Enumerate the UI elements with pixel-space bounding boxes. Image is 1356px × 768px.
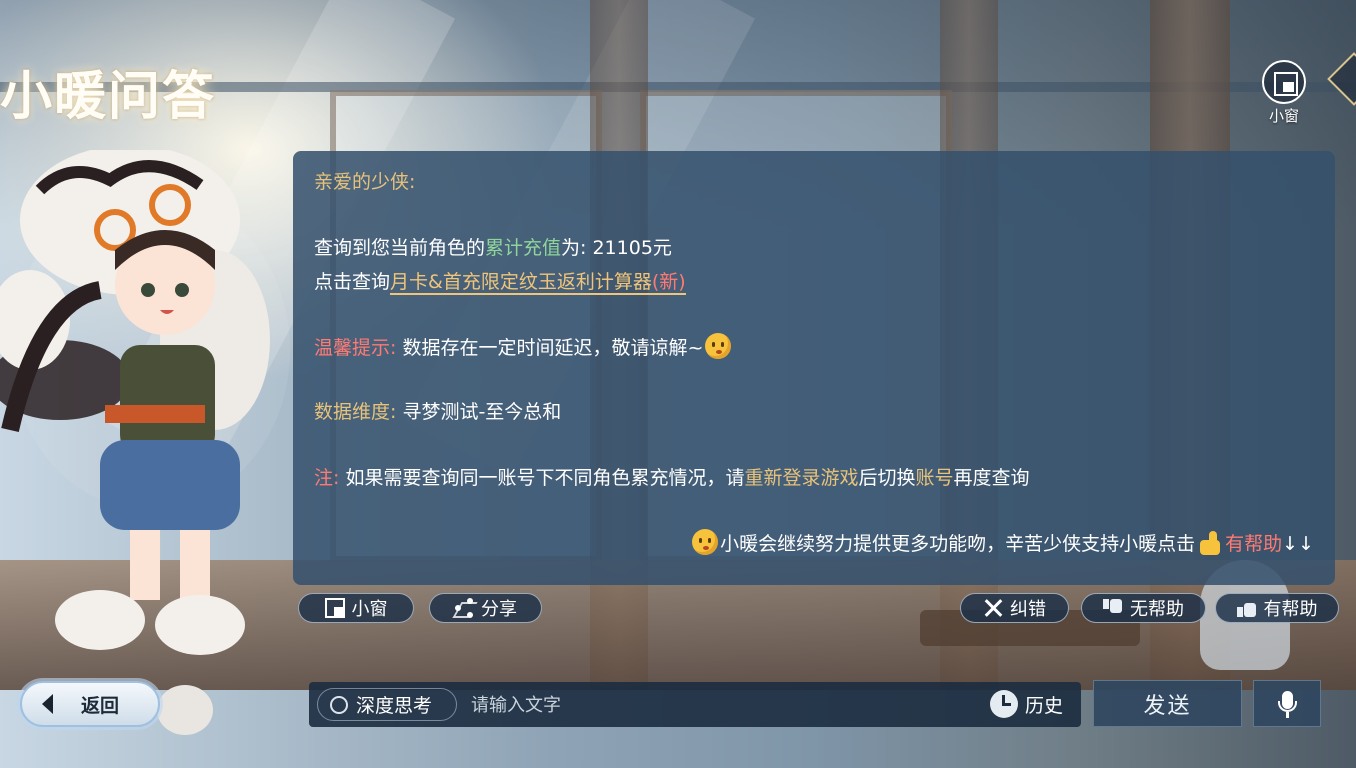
- history-label: 历史: [1025, 694, 1064, 717]
- share-button[interactable]: 分享: [429, 593, 542, 623]
- wink-emoji-icon: [692, 529, 719, 555]
- note-text-3: 再度查询: [953, 467, 1030, 489]
- calculator-link[interactable]: 月卡&首充限定纹玉返利计算器(新): [390, 271, 686, 295]
- closing-line: 小暖会继续努力提供更多功能吻，辛苦少侠支持小暖点击 有帮助↓↓: [314, 527, 1314, 561]
- tip-text: 数据存在一定时间延迟，敬请谅解~: [396, 337, 704, 359]
- radio-circle-icon: [330, 695, 348, 714]
- thumbs-up-emoji-icon: [1197, 531, 1223, 555]
- note-highlight-account: 账号: [915, 467, 954, 489]
- answer-panel: 亲爱的少侠: 查询到您当前角色的累计充值为: 21105元 点击查询月卡&首充限…: [293, 151, 1335, 585]
- minimize-window-icon: [1262, 60, 1306, 104]
- character-illustration: [0, 150, 290, 735]
- back-label: 返回: [81, 694, 120, 717]
- thumbs-up-icon: [1236, 598, 1257, 618]
- mini-window-button[interactable]: 小窗: [298, 593, 414, 623]
- wink-emoji-icon: [705, 333, 732, 359]
- history-button[interactable]: 历史: [990, 690, 1063, 718]
- send-button[interactable]: 发送: [1093, 680, 1242, 727]
- helpful-button[interactable]: 有帮助: [1215, 593, 1339, 623]
- page-title: 小暖问答: [0, 66, 217, 127]
- back-button[interactable]: 返回: [20, 681, 160, 727]
- deep-think-label: 深度思考: [356, 695, 433, 717]
- input-bar: 深度思考 历史: [309, 682, 1081, 727]
- dimension-label: 数据维度:: [314, 401, 397, 423]
- note-label: 注:: [314, 467, 340, 489]
- closing-arrows: ↓↓: [1282, 533, 1314, 555]
- clock-icon: [990, 690, 1018, 718]
- not-helpful-button[interactable]: 无帮助: [1081, 593, 1206, 623]
- note-text-2: 后切换: [858, 467, 916, 489]
- dimension-value: 寻梦测试-至今总和: [396, 401, 562, 423]
- not-helpful-label: 无帮助: [1130, 599, 1184, 620]
- mini-window-top-label: 小窗: [1268, 107, 1299, 125]
- back-arrow-icon: [42, 694, 53, 714]
- mini-window-top-button[interactable]: 小窗: [1259, 60, 1309, 126]
- recharge-line: 查询到您当前角色的累计充值为: 21105元: [314, 231, 1314, 265]
- recharge-highlight: 累计充值: [485, 237, 562, 259]
- calculator-prefix: 点击查询: [314, 271, 391, 293]
- message-input[interactable]: [469, 688, 973, 723]
- greeting-text: 亲爱的少侠:: [314, 171, 416, 193]
- thumbs-down-icon: [1103, 598, 1123, 618]
- dimension-line: 数据维度: 寻梦测试-至今总和: [314, 395, 1314, 429]
- correct-error-button[interactable]: 纠错: [960, 593, 1069, 623]
- tip-label: 温馨提示:: [314, 337, 397, 359]
- deep-think-toggle[interactable]: 深度思考: [317, 688, 457, 721]
- share-icon: [454, 598, 474, 618]
- closing-helpful: 有帮助: [1225, 533, 1283, 555]
- helpful-label: 有帮助: [1263, 599, 1318, 620]
- share-label: 分享: [481, 599, 517, 620]
- recharge-suffix: 为: 21105元: [561, 237, 672, 259]
- note-line: 注: 如果需要查询同一账号下不同角色累充情况，请重新登录游戏后切换账号再度查询: [314, 461, 1314, 495]
- correct-error-label: 纠错: [1010, 599, 1046, 620]
- calculator-line: 点击查询月卡&首充限定纹玉返利计算器(新): [314, 265, 1314, 299]
- calculator-new-badge[interactable]: (新): [652, 271, 686, 293]
- note-text-1: 如果需要查询同一账号下不同角色累充情况，请: [339, 467, 745, 489]
- minimize-window-icon: [324, 598, 345, 618]
- closing-text: 小暖会继续努力提供更多功能吻，辛苦少侠支持小暖点击: [720, 533, 1196, 555]
- close-icon: [983, 598, 1003, 618]
- tip-line: 温馨提示: 数据存在一定时间延迟，敬请谅解~: [314, 331, 1314, 365]
- mini-window-label: 小窗: [351, 599, 388, 620]
- note-highlight-relogin: 重新登录游戏: [744, 467, 859, 489]
- calculator-link-text[interactable]: 月卡&首充限定纹玉返利计算器: [390, 271, 652, 293]
- microphone-button[interactable]: [1253, 680, 1321, 727]
- recharge-prefix: 查询到您当前角色的: [314, 237, 486, 259]
